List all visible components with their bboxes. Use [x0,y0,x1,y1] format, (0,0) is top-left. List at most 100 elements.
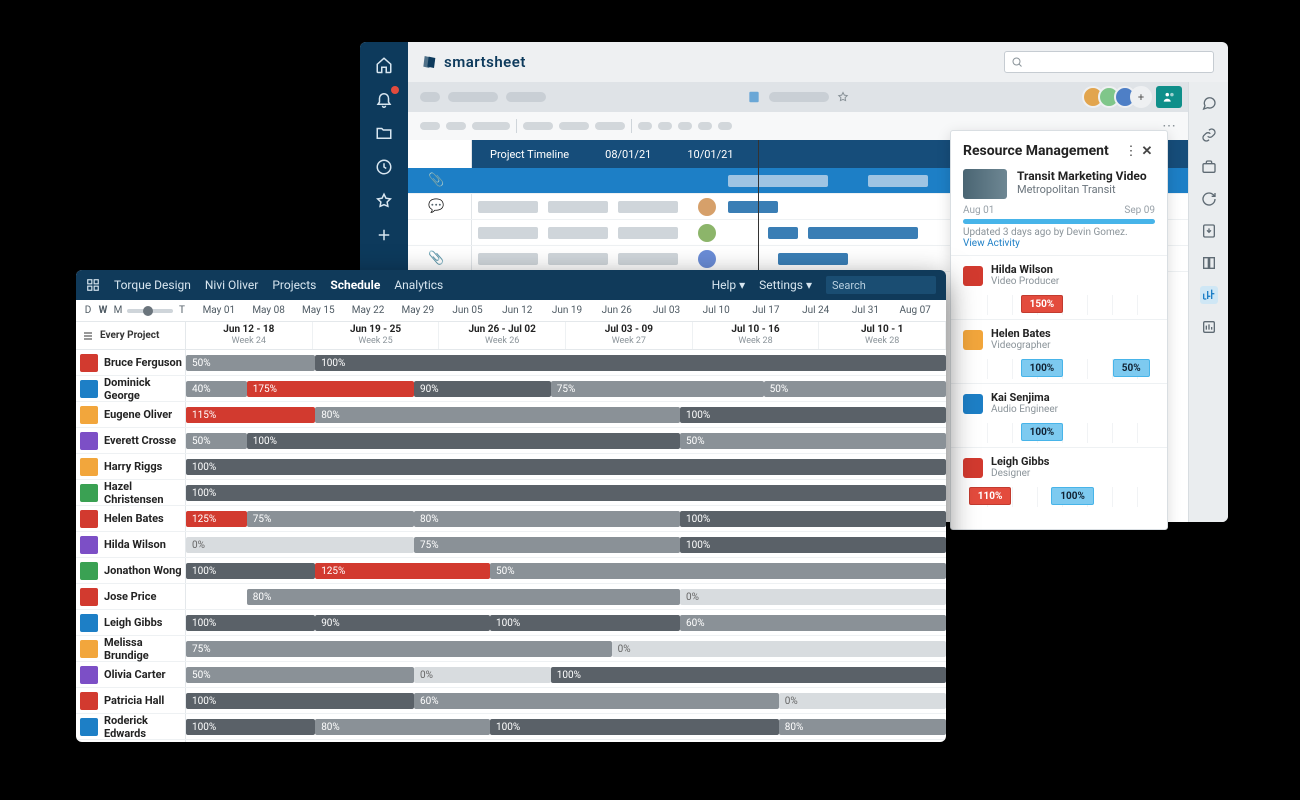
allocation-bar[interactable]: 0% [612,641,946,657]
toolbar-item[interactable] [718,122,732,130]
allocation-bar[interactable]: 75% [551,381,764,397]
person-cell[interactable]: Roderick Edwards [76,714,186,739]
toolbar-item[interactable] [595,122,625,130]
allocation-bar[interactable]: 50% [186,667,414,683]
smartsheet-search[interactable] [1004,51,1214,73]
rm-person[interactable]: Helen BatesVideographer100%50% [951,319,1167,383]
star-outline-icon[interactable] [837,91,849,103]
allocation-bar[interactable]: 100% [186,563,315,579]
person-cell[interactable]: Harry Riggs [76,454,186,479]
download-icon[interactable] [1200,222,1218,240]
allocation-bar[interactable]: 175% [247,381,414,397]
clock-icon[interactable] [375,158,393,176]
allocation-bar[interactable]: 100% [680,407,946,423]
allocation-bar[interactable]: 40% [186,381,247,397]
person-cell[interactable]: Hazel Christensen [76,480,186,505]
breadcrumb-projects[interactable]: Projects [272,278,316,292]
allocation-bar[interactable]: 0% [680,589,946,605]
rm-person[interactable]: Kai SenjimaAudio Engineer100% [951,383,1167,447]
person-cell[interactable]: Olivia Carter [76,662,186,687]
allocation-bar[interactable]: 125% [186,511,247,527]
folder-icon[interactable] [375,124,393,142]
bell-icon[interactable] [375,90,393,108]
schedule-row[interactable]: Olivia Carter50%0%100% [76,662,946,688]
allocation-bar[interactable]: 0% [779,693,946,709]
zoom-control[interactable]: D W M T [82,305,188,316]
allocation-bar[interactable]: 100% [186,485,946,501]
person-cell[interactable]: Jonathon Wong [76,558,186,583]
toolbar-item[interactable] [446,122,466,130]
allocation-bar[interactable]: 100% [680,537,946,553]
schedule-row[interactable]: Hazel Christensen100% [76,480,946,506]
allocation-bar[interactable]: 100% [186,459,946,475]
schedule-row[interactable]: Melissa Brundige75%0% [76,636,946,662]
schedule-row[interactable]: Leigh Gibbs100%90%100%60% [76,610,946,636]
person-cell[interactable]: Bruce Ferguson [76,350,186,375]
breadcrumb-nivi-oliver[interactable]: Nivi Oliver [205,278,258,292]
comment-icon[interactable] [1200,94,1218,112]
help-menu[interactable]: Help ▾ [712,278,746,292]
app-icon[interactable] [86,278,100,292]
schedule-row[interactable]: Bruce Ferguson50%100% [76,350,946,376]
allocation-bar[interactable]: 100% [490,719,779,735]
allocation-bar[interactable]: 100% [247,433,680,449]
toolbar-item[interactable] [698,122,712,130]
schedule-row[interactable]: Jonathon Wong100%125%50% [76,558,946,584]
allocation-bar[interactable]: 80% [779,719,946,735]
allocation-bar[interactable]: 80% [247,589,680,605]
tab-placeholder[interactable] [420,92,440,102]
allocation-bar[interactable]: 100% [315,355,946,371]
toolbar-item[interactable] [472,122,510,130]
toolbar-item[interactable] [559,122,589,130]
more-icon[interactable]: ⋮ [1123,144,1139,159]
schedule-search[interactable]: Search [826,276,936,294]
rm-project[interactable]: Transit Marketing Video Metropolitan Tra… [951,165,1167,205]
star-icon[interactable] [375,192,393,210]
resource-icon[interactable] [1200,286,1218,304]
chart-icon[interactable] [1200,318,1218,336]
rm-view-activity[interactable]: View Activity [951,238,1167,255]
tab-placeholder[interactable] [506,92,546,102]
allocation-bar[interactable]: 80% [315,719,490,735]
breadcrumb-schedule[interactable]: Schedule [330,278,380,292]
allocation-bar[interactable]: 50% [186,355,315,371]
person-cell[interactable]: Patricia Hall [76,688,186,713]
allocation-bar[interactable]: 80% [315,407,680,423]
link-icon[interactable] [1200,126,1218,144]
allocation-bar[interactable]: 90% [315,615,490,631]
schedule-row[interactable]: Everett Crosse50%100%50% [76,428,946,454]
rm-person[interactable]: Leigh GibbsDesigner110%100% [951,447,1167,511]
collaborator-avatars[interactable]: + [1088,86,1152,108]
settings-menu[interactable]: Settings ▾ [759,278,812,292]
toolbar-item[interactable] [658,122,672,130]
home-icon[interactable] [375,56,393,74]
allocation-bar[interactable]: 50% [186,433,247,449]
schedule-row[interactable]: Hilda Wilson0%75%100% [76,532,946,558]
schedule-row[interactable]: Eugene Oliver115%80%100% [76,402,946,428]
tab-placeholder[interactable] [448,92,498,102]
allocation-bar[interactable]: 60% [414,693,779,709]
allocation-bar[interactable]: 75% [247,511,414,527]
toolbar-item[interactable] [638,122,652,130]
schedule-row[interactable]: Jose Price80%0% [76,584,946,610]
schedule-row[interactable]: Roderick Edwards100%80%100%80% [76,714,946,740]
allocation-bar[interactable]: 90% [414,381,551,397]
breadcrumb-analytics[interactable]: Analytics [394,278,443,292]
person-cell[interactable]: Hilda Wilson [76,532,186,557]
person-cell[interactable]: Eugene Oliver [76,402,186,427]
toolbar-item[interactable] [420,122,440,130]
toolbar-item[interactable] [678,122,692,130]
allocation-bar[interactable]: 80% [414,511,680,527]
allocation-bar[interactable]: 75% [186,641,612,657]
briefcase-icon[interactable] [1200,158,1218,176]
allocation-bar[interactable]: 100% [186,719,315,735]
allocation-bar[interactable]: 115% [186,407,315,423]
allocation-bar[interactable]: 100% [551,667,946,683]
schedule-row[interactable]: Harry Riggs100% [76,454,946,480]
breadcrumb-torque-design[interactable]: Torque Design [114,278,191,292]
close-icon[interactable]: ✕ [1139,144,1155,159]
every-project[interactable]: Every Project [76,322,186,349]
allocation-bar[interactable]: 100% [186,693,414,709]
schedule-row[interactable]: Helen Bates125%75%80%100% [76,506,946,532]
person-cell[interactable]: Sarah Godwin [76,740,186,742]
